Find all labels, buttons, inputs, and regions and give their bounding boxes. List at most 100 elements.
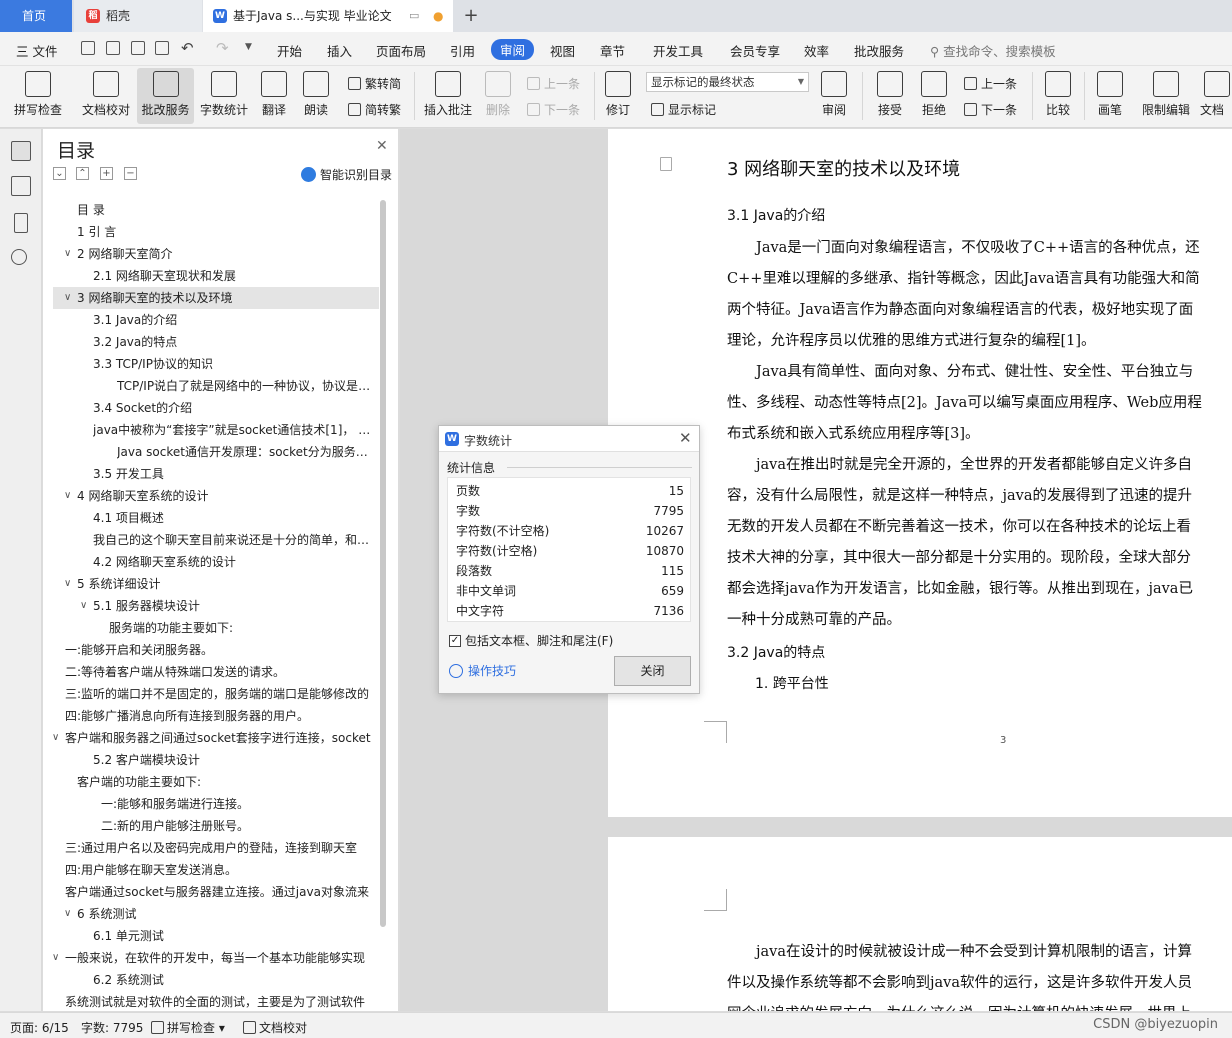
toc-item[interactable]: 4.1 项目概述	[93, 507, 371, 529]
toc-item[interactable]: TCP/IP说白了就是网络中的一种协议，协议是规定好的	[117, 375, 371, 397]
toc-item[interactable]: java中被称为“套接字”就是socket通信技术[1]， 它可以	[93, 419, 371, 441]
export-pdf-icon[interactable]	[106, 41, 120, 55]
toc-item[interactable]: 3.3 TCP/IP协议的知识	[93, 353, 371, 375]
chevron-down-icon[interactable]: ∨	[80, 595, 87, 617]
toc-item[interactable]: 四:用户能够在聊天室发送消息。	[65, 859, 371, 881]
insert-comment-button[interactable]: 插入批注	[421, 68, 475, 124]
toc-item[interactable]: 4 网络聊天室系统的设计	[77, 485, 371, 507]
print-preview-icon[interactable]	[155, 41, 169, 55]
toc-item[interactable]: 一般来说，在软件的开发中，每当一个基本功能能够实现	[65, 947, 371, 969]
next-change-button[interactable]: 下一条	[964, 101, 1017, 118]
collapse-all-icon[interactable]: ⌃	[76, 167, 89, 180]
menu-page-layout[interactable]: 页面布局	[376, 41, 426, 60]
close-button[interactable]: 关闭	[614, 656, 691, 686]
tab-daoke[interactable]: 稻 稻壳	[74, 0, 202, 32]
compare-button[interactable]: 比较	[1040, 68, 1076, 124]
menu-review[interactable]: 审阅	[491, 39, 535, 60]
revise-button[interactable]: 修订	[600, 68, 636, 124]
read-aloud-button[interactable]: 朗读	[300, 68, 332, 124]
add-heading-icon[interactable]: +	[100, 167, 113, 180]
doc-check-toggle[interactable]: 文档校对	[243, 1019, 307, 1036]
toc-item[interactable]: 客户端的功能主要如下:	[77, 771, 371, 793]
toc-item[interactable]: 客户端和服务器之间通过socket套接字进行连接，socket	[65, 727, 371, 749]
redo-icon[interactable]: ↷	[216, 39, 229, 57]
toc-item[interactable]: 5.2 客户端模块设计	[93, 749, 371, 771]
toc-item[interactable]: 二:新的用户能够注册账号。	[101, 815, 371, 837]
undo-icon[interactable]: ↶	[181, 39, 194, 57]
trad-to-simp-button[interactable]: 繁转简	[348, 75, 401, 92]
dialog-titlebar[interactable]: W 字数统计 ✕	[439, 426, 699, 452]
toc-item[interactable]: 3 网络聊天室的技术以及环境	[53, 287, 379, 309]
review-button[interactable]: 审阅	[816, 68, 852, 124]
toc-panel-icon[interactable]	[11, 141, 31, 161]
toc-item[interactable]: 服务端的功能主要如下:	[109, 617, 371, 639]
accept-button[interactable]: 接受	[872, 68, 908, 124]
menu-references[interactable]: 引用	[450, 41, 475, 60]
toc-item[interactable]: 2 网络聊天室简介	[77, 243, 371, 265]
reject-button[interactable]: 拒绝	[916, 68, 952, 124]
toc-item[interactable]: 客户端通过socket与服务器建立连接。通过java对象流来	[65, 881, 371, 903]
menu-correct-service[interactable]: 批改服务	[854, 41, 904, 60]
menu-insert[interactable]: 插入	[327, 41, 352, 60]
command-search[interactable]: ⚲ 查找命令、搜索模板	[930, 41, 1056, 60]
chevron-down-icon[interactable]: ∨	[64, 243, 71, 265]
menu-start[interactable]: 开始	[277, 41, 302, 60]
close-icon[interactable]: ✕	[679, 429, 692, 447]
doc-permission-button[interactable]: 文档	[1200, 68, 1232, 124]
toc-item[interactable]: 三:通过用户名以及密码完成用户的登陆，连接到聊天室	[65, 837, 371, 859]
toc-item[interactable]: 4.2 网络聊天室系统的设计	[93, 551, 371, 573]
correct-service-button[interactable]: 批改服务	[137, 68, 194, 124]
word-count-button[interactable]: 字数统计	[198, 68, 250, 124]
page-indicator[interactable]: 页面: 6/15	[10, 1019, 69, 1036]
menu-dev-tools[interactable]: 开发工具	[653, 41, 703, 60]
menu-view[interactable]: 视图	[550, 41, 575, 60]
tab-document[interactable]: W 基于Java s...与实现 毕业论文 ▭ ●	[203, 0, 453, 32]
spell-check-button[interactable]: 拼写检查	[10, 68, 66, 124]
chevron-down-icon[interactable]: ∨	[64, 287, 71, 309]
chapter-nav-icon[interactable]	[11, 176, 31, 196]
menu-member[interactable]: 会员专享	[730, 41, 780, 60]
prev-change-button[interactable]: 上一条	[964, 75, 1017, 92]
menu-chapter[interactable]: 章节	[600, 41, 625, 60]
toc-item[interactable]: 5.1 服务器模块设计	[93, 595, 371, 617]
toc-item[interactable]: 三:监听的端口并不是固定的，服务端的端口是能够修改的	[65, 683, 371, 705]
quick-access-more-icon[interactable]: ▼	[245, 42, 252, 52]
close-icon[interactable]: ✕	[376, 138, 388, 154]
doc-check-button[interactable]: 文档校对	[80, 68, 132, 124]
remove-heading-icon[interactable]: −	[124, 167, 137, 180]
toc-item[interactable]: 一:能够开启和关闭服务器。	[65, 639, 371, 661]
word-count-indicator[interactable]: 字数: 7795	[81, 1019, 143, 1036]
toc-item[interactable]: 6 系统测试	[77, 903, 371, 925]
smart-toc-button[interactable]: 智能识别目录	[301, 166, 392, 183]
chevron-down-icon[interactable]: ∨	[64, 903, 71, 925]
toc-item[interactable]: 系统测试就是对软件的全面的测试，主要是为了测试软件	[65, 991, 371, 1011]
toc-item[interactable]: 目 录	[77, 199, 371, 221]
toc-item[interactable]: 6.2 系统测试	[93, 969, 371, 991]
delete-comment-button[interactable]: 删除	[480, 68, 516, 124]
toc-item[interactable]: 5 系统详细设计	[77, 573, 371, 595]
pen-button[interactable]: 画笔	[1094, 68, 1126, 124]
toc-item[interactable]: 我自己的这个聊天室目前来说还是十分的简单，和QQ、微	[93, 529, 371, 551]
toc-item[interactable]: 3.5 开发工具	[93, 463, 371, 485]
search-icon[interactable]	[11, 249, 27, 265]
monitor-icon[interactable]: ▭	[409, 0, 419, 32]
toc-item[interactable]: 一:能够和服务端进行连接。	[101, 793, 371, 815]
toc-item[interactable]: 3.1 Java的介绍	[93, 309, 371, 331]
print-icon[interactable]	[131, 41, 145, 55]
file-menu[interactable]: 三 文件	[16, 41, 57, 60]
restrict-edit-button[interactable]: 限制编辑	[1140, 68, 1192, 124]
document-page[interactable]: java在设计的时候就被设计成一种不会受到计算机限制的语言，计算 件以及操作系统等…	[608, 837, 1232, 1011]
show-markup-button[interactable]: 显示标记	[651, 101, 716, 118]
document-page[interactable]: 3 网络聊天室的技术以及环境 3.1 Java的介绍 Java是一门面向对象编程语…	[608, 129, 1232, 817]
spell-check-toggle[interactable]: 拼写检查 ▾	[151, 1019, 225, 1036]
toc-scrollbar[interactable]	[380, 200, 386, 927]
menu-efficiency[interactable]: 效率	[804, 41, 829, 60]
simp-to-trad-button[interactable]: 简转繁	[348, 101, 401, 118]
bookmark-icon[interactable]	[14, 213, 28, 233]
toc-item[interactable]: Java socket通信开发原理：socket分为服务端和客户	[117, 441, 371, 463]
new-tab-button[interactable]: +	[458, 0, 484, 32]
toc-item[interactable]: 6.1 单元测试	[93, 925, 371, 947]
toc-item[interactable]: 二:等待着客户端从特殊端口发送的请求。	[65, 661, 371, 683]
chevron-down-icon[interactable]: ∨	[52, 947, 59, 969]
next-comment-button[interactable]: 下一条	[527, 101, 580, 118]
